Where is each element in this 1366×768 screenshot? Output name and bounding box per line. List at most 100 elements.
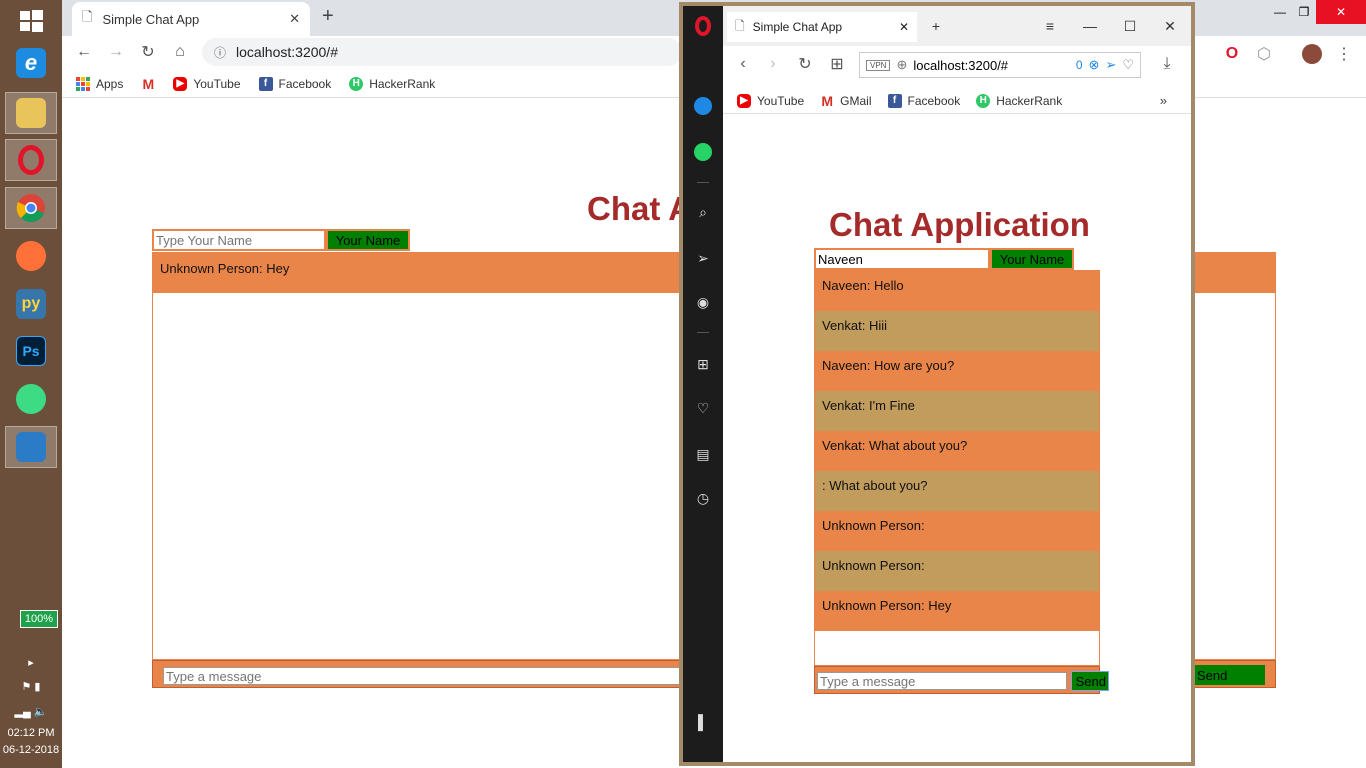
message-input[interactable] xyxy=(817,672,1067,690)
send-flow-icon[interactable]: ➢ xyxy=(691,246,715,270)
opera-taskbar-icon[interactable] xyxy=(5,139,57,181)
reload-icon[interactable]: ↻ xyxy=(136,40,160,64)
ad-block-icon[interactable]: ⊗ xyxy=(1089,57,1100,73)
chrome-taskbar-icon[interactable] xyxy=(5,187,57,229)
internet-explorer-icon[interactable]: e xyxy=(5,42,57,84)
sidebar-toggle-icon[interactable]: ▌ xyxy=(691,710,715,734)
your-name-button[interactable]: Your Name xyxy=(326,229,410,251)
bookmark-gmail[interactable]: M GMail xyxy=(820,92,871,109)
chat-message: Unknown Person: Hey xyxy=(815,591,1099,631)
bookmark-youtube[interactable]: ▶ YouTube xyxy=(173,76,241,91)
tab-menu-icon[interactable]: ≡ xyxy=(1035,14,1065,38)
vpn-badge[interactable]: VPN xyxy=(866,59,891,71)
close-tab-icon[interactable]: ✕ xyxy=(899,20,909,34)
android-studio-icon[interactable] xyxy=(5,378,57,420)
page-icon: 🗋 xyxy=(82,9,93,24)
news-icon[interactable]: ▤ xyxy=(691,442,715,466)
download-icon[interactable]: ⤓ xyxy=(1155,52,1179,76)
opera-logo-icon[interactable] xyxy=(691,14,715,38)
profile-avatar[interactable] xyxy=(1300,42,1324,66)
gmail-icon: M xyxy=(821,92,833,109)
your-name-button[interactable]: Your Name xyxy=(990,248,1074,270)
url-text: localhost:3200/# xyxy=(236,44,338,60)
send-icon[interactable]: ➢ xyxy=(1105,57,1116,73)
speed-dial-icon[interactable]: ⊞ xyxy=(691,352,715,376)
ad-block-count[interactable]: 0 xyxy=(1076,58,1083,72)
sidebar-divider xyxy=(697,182,709,183)
back-icon[interactable]: ← xyxy=(72,40,96,64)
chat-message: Unknown Person: xyxy=(815,511,1099,551)
facebook-icon: f xyxy=(887,93,902,108)
windows-start-icon[interactable] xyxy=(5,0,57,42)
bookmark-label: Facebook xyxy=(907,93,961,108)
message-bar: Send xyxy=(814,666,1109,694)
bookmark-heart-icon[interactable]: ♡ xyxy=(1122,57,1134,73)
tray-expand-icon[interactable]: ▸ xyxy=(0,656,62,669)
name-row: Your Name xyxy=(152,229,410,251)
bookmark-hackerrank[interactable]: H HackerRank xyxy=(976,93,1063,108)
vscode-icon[interactable] xyxy=(5,426,57,468)
forward-icon[interactable]: → xyxy=(104,40,128,64)
address-bar[interactable]: VPN ⊕ localhost:3200/# 0 ⊗ ➢ ♡ xyxy=(859,52,1141,78)
bookmark-label: HackerRank xyxy=(996,93,1063,108)
clock-date[interactable]: 06-12-2018 xyxy=(0,744,62,756)
minimize-icon[interactable]: — xyxy=(1075,14,1105,38)
message-input[interactable] xyxy=(163,667,683,685)
clock-time[interactable]: 02:12 PM xyxy=(0,727,62,739)
opera-content: 🗋 Simple Chat App ✕ + ≡ — ☐ ✕ ‹ › ↻ ⊞ VP… xyxy=(723,6,1191,762)
send-button[interactable]: Send xyxy=(1193,665,1265,685)
bookmark-facebook[interactable]: f Facebook xyxy=(258,76,332,91)
network-volume-icon[interactable]: ▂▄ 🔈 xyxy=(0,705,62,718)
name-row: Your Name xyxy=(814,248,1074,270)
menu-icon[interactable]: ⋮ xyxy=(1332,42,1356,66)
chrome-tab[interactable]: 🗋 Simple Chat App ✕ xyxy=(72,2,310,36)
firefox-icon[interactable] xyxy=(5,235,57,277)
close-window-icon[interactable]: ✕ xyxy=(1316,0,1366,24)
file-explorer-icon[interactable] xyxy=(5,92,57,134)
tray-icons[interactable]: ⚑ ▮ xyxy=(0,680,62,693)
name-input[interactable] xyxy=(152,229,326,251)
chat-message: Naveen: How are you? xyxy=(815,351,1099,391)
camera-icon[interactable]: ◉ xyxy=(691,290,715,314)
opera-tab[interactable]: 🗋 Simple Chat App ✕ xyxy=(727,12,917,42)
page-title: Chat Application xyxy=(829,206,1090,243)
photoshop-icon[interactable]: Ps xyxy=(5,330,57,372)
chat-message: Venkat: Hiii xyxy=(815,311,1099,351)
battery-indicator[interactable]: 100% xyxy=(20,610,58,628)
history-icon[interactable]: ◷ xyxy=(691,486,715,510)
bookmark-facebook[interactable]: f Facebook xyxy=(887,93,961,108)
chat-messages: Naveen: Hello Venkat: Hiii Naveen: How a… xyxy=(814,270,1100,666)
whatsapp-icon[interactable] xyxy=(691,140,715,164)
bookmark-apps[interactable]: Apps xyxy=(76,76,123,91)
close-tab-icon[interactable]: ✕ xyxy=(289,11,300,27)
search-icon[interactable]: ⌕ xyxy=(691,200,715,224)
maximize-icon[interactable]: ☐ xyxy=(1115,14,1145,38)
send-button[interactable]: Send xyxy=(1071,671,1109,691)
name-input[interactable] xyxy=(814,248,990,270)
back-icon[interactable]: ‹ xyxy=(731,52,755,76)
new-tab-icon[interactable]: + xyxy=(921,14,951,38)
more-bookmarks-icon[interactable]: » xyxy=(1160,93,1167,108)
address-bar[interactable]: ⓘ localhost:3200/# xyxy=(202,38,682,66)
new-tab-icon[interactable]: + xyxy=(322,6,342,26)
taskbar: e py Ps 100% ▸ ⚑ ▮ ▂▄ 🔈 02:12 PM 06-12-2… xyxy=(0,0,62,768)
info-icon[interactable]: ⓘ xyxy=(214,44,226,61)
youtube-icon: ▶ xyxy=(737,93,751,108)
speed-dial-icon[interactable]: ⊞ xyxy=(825,52,849,76)
home-icon[interactable]: ⌂ xyxy=(168,40,192,64)
python-icon[interactable]: py xyxy=(5,283,57,325)
bookmark-hackerrank[interactable]: H HackerRank xyxy=(349,76,435,91)
reload-icon[interactable]: ↻ xyxy=(793,52,817,76)
bookmark-label: Facebook xyxy=(278,76,332,91)
opera-window: ⌕ ➢ ◉ ⊞ ♡ ▤ ◷ ▌ 🗋 Simple Chat App ✕ + ≡ … xyxy=(679,2,1195,766)
close-window-icon[interactable]: ✕ xyxy=(1155,14,1185,38)
apps-grid-icon xyxy=(76,76,90,91)
bookmark-gmail[interactable]: M xyxy=(141,76,155,92)
extension-cube-icon[interactable]: ⬡ xyxy=(1252,42,1276,66)
heart-icon[interactable]: ♡ xyxy=(691,396,715,420)
forward-icon[interactable]: › xyxy=(761,52,785,76)
bookmark-youtube[interactable]: ▶ YouTube xyxy=(737,93,804,108)
messenger-icon[interactable] xyxy=(691,94,715,118)
chat-message: Naveen: Hello xyxy=(815,271,1099,311)
opera-extension-icon[interactable]: O xyxy=(1220,42,1244,66)
